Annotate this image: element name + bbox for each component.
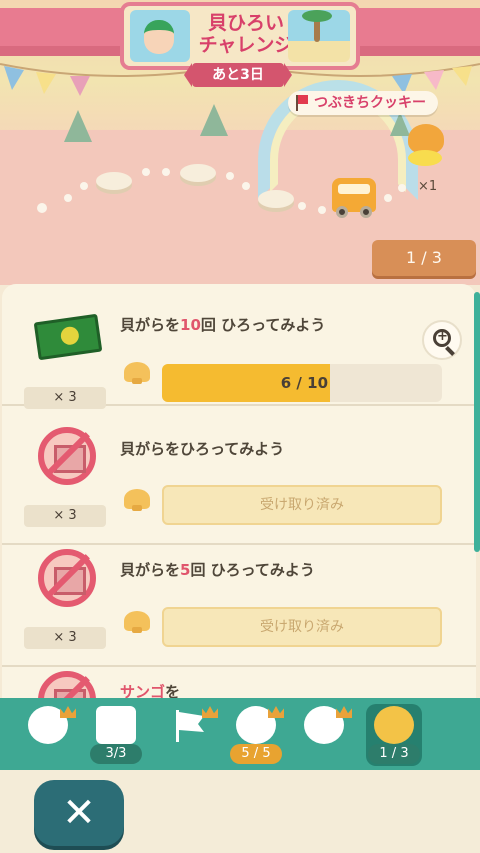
close-icon: ✕ (62, 790, 96, 836)
tab-timer-1[interactable]: 5 / 5 (228, 704, 284, 766)
progress-text: 6 / 10 (280, 374, 328, 392)
crown-icon (60, 706, 76, 718)
tab-timer-3[interactable]: 1 / 3 (366, 704, 422, 766)
crown-icon (336, 706, 352, 718)
scrollbar[interactable] (474, 292, 480, 552)
tab-badge: 5 / 5 (230, 744, 282, 764)
beach-illustration (288, 10, 350, 62)
gift-claimed-icon (30, 547, 110, 609)
reward-qty: × 3 (24, 627, 106, 649)
bottom-bar: ✕ (0, 770, 480, 853)
challenge-list[interactable]: × 3 貝がらを10回 ひろってみよう 6 / 10 × 3 貝がらをひろってみ… (2, 284, 476, 704)
timer-icon (374, 706, 414, 744)
zoom-icon (433, 329, 451, 347)
challenge-title: 貝がらを5回 ひろってみよう (120, 561, 315, 579)
bottom-nav: 3/3 5 / 5 1 / 3 (0, 698, 480, 770)
flag-icon (296, 95, 308, 111)
close-button[interactable]: ✕ (34, 780, 124, 846)
tab-badge: 3/3 (90, 744, 142, 764)
gift-claimed-icon (30, 425, 110, 487)
claimed-button[interactable]: 受け取り済み (162, 607, 442, 647)
days-left-ribbon: あと3日 (184, 63, 292, 87)
challenge-row[interactable]: × 3 貝がらを10回 ひろってみよう 6 / 10 (2, 284, 476, 409)
shell-icon (124, 611, 150, 633)
stage-progress: 1 / 3 (372, 240, 476, 276)
reward-count: ×1 (418, 179, 438, 194)
crown-icon (268, 706, 284, 718)
challenge-title: 貝がらをひろってみよう (120, 440, 285, 458)
bell-voucher-icon (30, 308, 110, 370)
tab-villager[interactable] (20, 704, 76, 766)
zoom-in-button[interactable] (422, 320, 462, 360)
challenge-title: 貝がらを10回 ひろってみよう (120, 316, 326, 334)
tab-badge: 1 / 3 (368, 744, 420, 764)
reward-qty: × 3 (24, 387, 106, 409)
progress-bar: 6 / 10 (162, 364, 442, 402)
challenge-row[interactable]: × 3 貝がらをひろってみよう 受け取り済み (2, 423, 476, 545)
path-stone (258, 190, 294, 208)
camper-van (332, 178, 376, 218)
tab-flag[interactable] (162, 704, 218, 766)
reward-qty: × 3 (24, 505, 106, 527)
challenge-row[interactable]: × 3 貝がらを5回 ひろってみよう 受け取り済み (2, 545, 476, 667)
reward-label[interactable]: つぶきちクッキー (288, 91, 438, 115)
player-avatar (130, 10, 190, 62)
fortune-cookie-icon[interactable] (404, 124, 446, 166)
path-stone (96, 172, 132, 190)
event-banner: 貝ひろい チャレンジ (120, 2, 360, 70)
shell-icon (124, 362, 150, 384)
path-stone (180, 164, 216, 182)
claimed-button[interactable]: 受け取り済み (162, 485, 442, 525)
tab-calendar[interactable]: 3/3 (88, 704, 144, 766)
event-title: 貝ひろい チャレンジ (198, 12, 294, 56)
calendar-icon (96, 706, 136, 744)
shell-icon (124, 489, 150, 511)
tab-timer-2[interactable] (296, 704, 352, 766)
